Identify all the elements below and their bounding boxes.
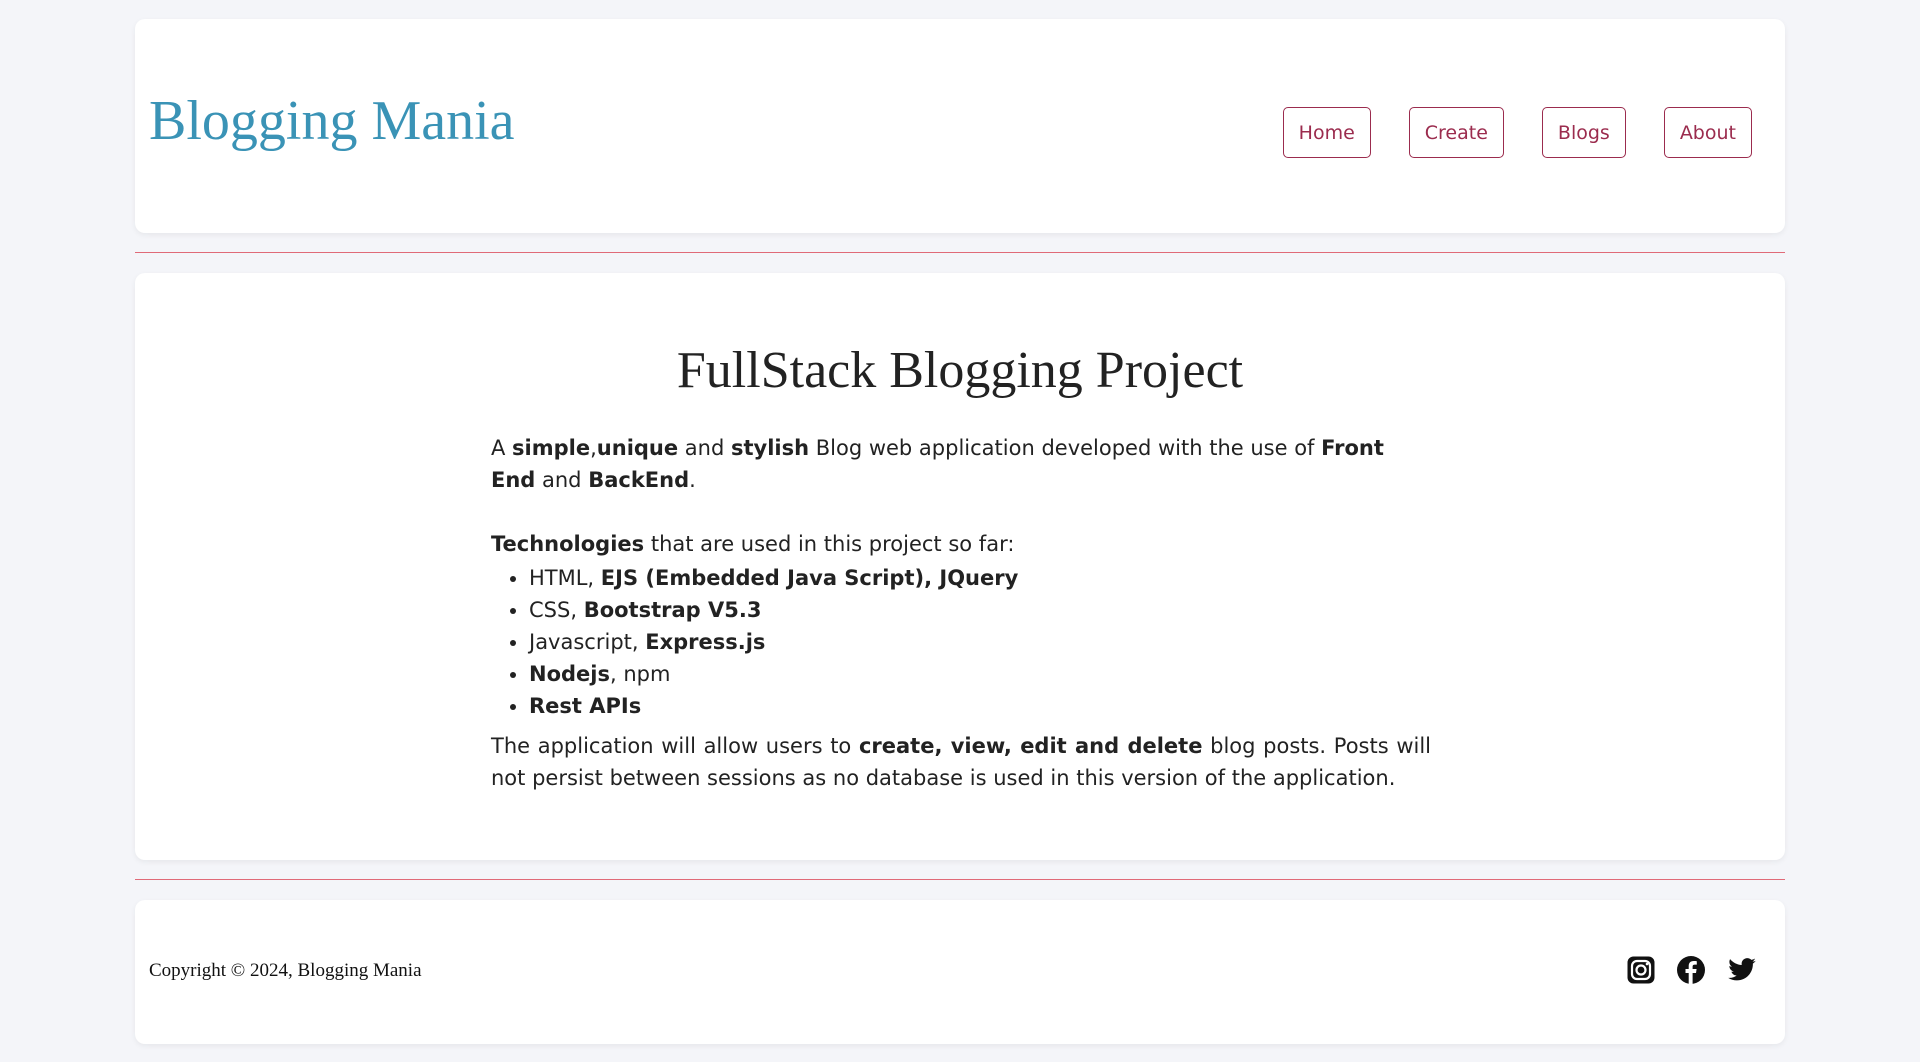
intro-text: , [590,436,597,460]
technologies-text: that are used in this project so far: [644,532,1015,556]
intro-paragraph: A simple,unique and stylish Blog web app… [491,432,1431,496]
intro-text: A [491,436,513,460]
intro-text: . [689,468,696,492]
outro-paragraph: The application will allow users to crea… [491,730,1431,794]
twitter-icon[interactable] [1726,955,1756,985]
social-links [1626,955,1756,985]
page-title: FullStack Blogging Project [676,342,1244,399]
intro-text: Blog web application developed with the … [809,436,1322,460]
list-item: Javascript, Express.js [529,626,1431,658]
main-nav: Home Create Blogs About [1282,107,1752,158]
list-item-bold: Rest APIs [529,694,642,718]
technologies-list: HTML, EJS (Embedded Java Script), JQuery… [491,562,1431,722]
list-item: Nodejs, npm [529,658,1431,690]
header-divider [135,252,1785,253]
outro-text: The application will allow users to [491,734,859,758]
technologies-bold: Technologies [491,532,645,556]
project-description: A simple,unique and stylish Blog web app… [491,432,1431,794]
intro-text: and [678,436,731,460]
footer-divider [135,879,1785,880]
page: Blogging Mania Home Create Blogs About F… [0,0,1920,1062]
list-item-text: HTML, [529,566,601,590]
site-footer: Copyright © 2024, Blogging Mania [135,900,1785,1044]
facebook-icon[interactable] [1676,955,1706,985]
site-header: Blogging Mania Home Create Blogs About [135,19,1785,233]
list-item-bold: Nodejs [529,662,610,686]
nav-create-button[interactable]: Create [1408,107,1504,158]
outro-bold: create, view, edit and delete [858,734,1203,758]
intro-bold-unique: unique [596,436,679,460]
list-item-text: CSS, [529,598,584,622]
list-item: CSS, Bootstrap V5.3 [529,594,1431,626]
copyright-text: Copyright © 2024, Blogging Mania [149,960,422,981]
instagram-icon[interactable] [1626,955,1656,985]
intro-bold-backend: BackEnd [588,468,690,492]
brand-logo[interactable]: Blogging Mania [149,93,515,149]
nav-home-button[interactable]: Home [1282,107,1371,158]
intro-text: and [535,468,589,492]
list-item-text: Javascript, [529,630,646,654]
list-item-bold: Bootstrap V5.3 [583,598,762,622]
intro-bold-simple: simple [512,436,591,460]
nav-blogs-button[interactable]: Blogs [1541,107,1626,158]
technologies-heading: Technologies that are used in this proje… [491,528,1431,560]
nav-about-button[interactable]: About [1663,107,1752,158]
list-item-bold: Express.js [645,630,766,654]
list-item: Rest APIs [529,690,1431,722]
intro-bold-stylish: stylish [730,436,810,460]
list-item-text: , npm [609,662,671,686]
list-item: HTML, EJS (Embedded Java Script), JQuery [529,562,1431,594]
list-item-bold: EJS (Embedded Java Script), JQuery [600,566,1019,590]
main-content: FullStack Blogging Project A simple,uniq… [135,273,1785,860]
